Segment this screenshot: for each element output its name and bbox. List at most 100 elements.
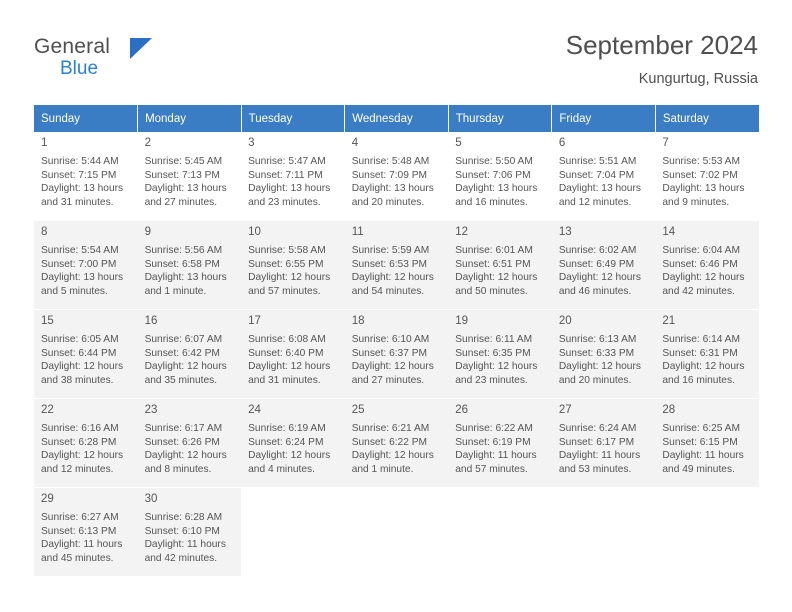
day-cell[interactable]: 12 Sunrise: 6:01 AM Sunset: 6:51 PM Dayl…: [448, 221, 552, 309]
sunset-text: Sunset: 6:35 PM: [455, 347, 531, 359]
day-info: Sunrise: 5:47 AM Sunset: 7:11 PM Dayligh…: [248, 155, 345, 209]
day-cell[interactable]: 2 Sunrise: 5:45 AM Sunset: 7:13 PM Dayli…: [137, 132, 242, 220]
sunset-text: Sunset: 7:09 PM: [351, 169, 428, 181]
day-cell[interactable]: 8 Sunrise: 5:54 AM Sunset: 7:00 PM Dayli…: [34, 221, 138, 309]
day-info: Sunrise: 5:56 AM Sunset: 6:58 PM Dayligh…: [145, 244, 242, 298]
sunset-text: Sunset: 6:24 PM: [248, 436, 324, 448]
daylight-text-line1: Daylight: 12 hours: [248, 272, 331, 283]
day-info: Sunrise: 5:58 AM Sunset: 6:55 PM Dayligh…: [248, 244, 345, 298]
day-cell[interactable]: 16 Sunrise: 6:07 AM Sunset: 6:42 PM Dayl…: [137, 310, 242, 398]
sunset-text: Sunset: 6:49 PM: [558, 258, 635, 270]
day-info: Sunrise: 5:59 AM Sunset: 6:53 PM Dayligh…: [352, 244, 449, 298]
day-number: 29: [41, 493, 54, 505]
daylight-text-line1: Daylight: 13 hours: [144, 183, 227, 194]
day-number: 11: [351, 226, 364, 238]
day-info: Sunrise: 5:54 AM Sunset: 7:00 PM Dayligh…: [41, 244, 138, 298]
daylight-text-line1: Daylight: 12 hours: [144, 450, 227, 461]
daylight-text-line1: Daylight: 12 hours: [41, 361, 124, 372]
daylight-text-line1: Daylight: 12 hours: [248, 450, 331, 461]
day-cell[interactable]: 5 Sunrise: 5:50 AM Sunset: 7:06 PM Dayli…: [448, 132, 552, 220]
daylight-text-line1: Daylight: 13 hours: [248, 183, 331, 194]
day-cell[interactable]: 6 Sunrise: 5:51 AM Sunset: 7:04 PM Dayli…: [551, 132, 656, 220]
daylight-text-line2: and 12 minutes.: [41, 463, 114, 475]
weekday-header-monday: Monday: [137, 105, 242, 132]
day-info: Sunrise: 6:16 AM Sunset: 6:28 PM Dayligh…: [41, 422, 138, 476]
day-cell[interactable]: 19 Sunrise: 6:11 AM Sunset: 6:35 PM Dayl…: [448, 310, 552, 398]
daylight-text-line1: Daylight: 13 hours: [662, 183, 745, 194]
sunrise-text: Sunrise: 6:28 AM: [144, 512, 223, 523]
sunset-text: Sunset: 6:58 PM: [144, 258, 220, 270]
daylight-text-line2: and 53 minutes.: [558, 463, 632, 475]
day-cell[interactable]: 30 Sunrise: 6:28 AM Sunset: 6:10 PM Dayl…: [137, 488, 242, 576]
daylight-text-line1: Daylight: 12 hours: [351, 361, 434, 372]
sunrise-text: Sunrise: 5:51 AM: [558, 156, 637, 167]
sunrise-text: Sunrise: 5:47 AM: [248, 156, 326, 167]
day-number: 10: [248, 226, 261, 238]
day-number: 23: [144, 404, 158, 416]
day-cell[interactable]: 22 Sunrise: 6:16 AM Sunset: 6:28 PM Dayl…: [34, 399, 138, 487]
day-cell[interactable]: 24 Sunrise: 6:19 AM Sunset: 6:24 PM Dayl…: [241, 399, 345, 487]
title-block: September 2024 Kungurtug, Russia: [566, 30, 758, 88]
day-number: 22: [41, 404, 54, 416]
day-cell[interactable]: 7 Sunrise: 5:53 AM Sunset: 7:02 PM Dayli…: [655, 132, 759, 220]
day-cell[interactable]: 1 Sunrise: 5:44 AM Sunset: 7:15 PM Dayli…: [34, 132, 138, 220]
day-cell[interactable]: 27 Sunrise: 6:24 AM Sunset: 6:17 PM Dayl…: [551, 399, 656, 487]
day-cell[interactable]: 29 Sunrise: 6:27 AM Sunset: 6:13 PM Dayl…: [34, 488, 138, 576]
daylight-text-line1: Daylight: 12 hours: [558, 272, 641, 283]
day-cell[interactable]: 20 Sunrise: 6:13 AM Sunset: 6:33 PM Dayl…: [551, 310, 656, 398]
day-cell[interactable]: 26 Sunrise: 6:22 AM Sunset: 6:19 PM Dayl…: [448, 399, 552, 487]
sunrise-text: Sunrise: 5:59 AM: [351, 245, 430, 256]
day-number: 1: [41, 137, 48, 149]
day-cell[interactable]: 28 Sunrise: 6:25 AM Sunset: 6:15 PM Dayl…: [655, 399, 759, 487]
sunrise-text: Sunrise: 5:54 AM: [41, 245, 119, 256]
day-info: Sunrise: 5:50 AM Sunset: 7:06 PM Dayligh…: [455, 155, 552, 209]
daylight-text-line2: and 31 minutes.: [248, 374, 321, 386]
day-number: 25: [351, 404, 365, 416]
day-info: Sunrise: 5:53 AM Sunset: 7:02 PM Dayligh…: [662, 155, 759, 209]
weekday-header-wednesday: Wednesday: [344, 105, 449, 132]
day-number: 9: [144, 226, 151, 238]
day-cell[interactable]: 17 Sunrise: 6:08 AM Sunset: 6:40 PM Dayl…: [241, 310, 345, 398]
day-cell[interactable]: 18 Sunrise: 6:10 AM Sunset: 6:37 PM Dayl…: [344, 310, 449, 398]
day-info: Sunrise: 5:45 AM Sunset: 7:13 PM Dayligh…: [145, 155, 242, 209]
day-number: 18: [351, 315, 365, 327]
day-cell[interactable]: 9 Sunrise: 5:56 AM Sunset: 6:58 PM Dayli…: [137, 221, 242, 309]
sunset-text: Sunset: 6:15 PM: [662, 436, 738, 448]
sunrise-text: Sunrise: 6:21 AM: [351, 423, 430, 434]
day-cell[interactable]: 10 Sunrise: 5:58 AM Sunset: 6:55 PM Dayl…: [241, 221, 345, 309]
sunset-text: Sunset: 7:00 PM: [41, 258, 117, 270]
day-cell[interactable]: 21 Sunrise: 6:14 AM Sunset: 6:31 PM Dayl…: [655, 310, 759, 398]
day-number: 5: [455, 137, 462, 149]
day-info: Sunrise: 6:17 AM Sunset: 6:26 PM Dayligh…: [145, 422, 242, 476]
daylight-text-line1: Daylight: 12 hours: [455, 361, 538, 372]
daylight-text-line2: and 12 minutes.: [558, 196, 632, 208]
day-cell[interactable]: 11 Sunrise: 5:59 AM Sunset: 6:53 PM Dayl…: [344, 221, 449, 309]
weekday-header-saturday: Saturday: [655, 105, 759, 132]
day-cell[interactable]: 3 Sunrise: 5:47 AM Sunset: 7:11 PM Dayli…: [241, 132, 345, 220]
sunset-text: Sunset: 6:42 PM: [144, 347, 220, 359]
sunset-text: Sunset: 6:51 PM: [455, 258, 531, 270]
day-cell[interactable]: 23 Sunrise: 6:17 AM Sunset: 6:26 PM Dayl…: [137, 399, 242, 487]
day-cell[interactable]: 15 Sunrise: 6:05 AM Sunset: 6:44 PM Dayl…: [34, 310, 138, 398]
day-cell[interactable]: 13 Sunrise: 6:02 AM Sunset: 6:49 PM Dayl…: [551, 221, 656, 309]
sunrise-text: Sunrise: 5:44 AM: [41, 156, 119, 167]
day-info: Sunrise: 6:13 AM Sunset: 6:33 PM Dayligh…: [559, 333, 656, 387]
calendar-table: Sunday Monday Tuesday Wednesday Thursday…: [34, 105, 759, 577]
sunrise-text: Sunrise: 6:27 AM: [41, 512, 119, 523]
daylight-text-line1: Daylight: 11 hours: [144, 539, 226, 550]
sunrise-text: Sunrise: 6:13 AM: [558, 334, 637, 345]
daylight-text-line2: and 42 minutes.: [144, 552, 218, 564]
day-number: 24: [248, 404, 261, 416]
daylight-text-line1: Daylight: 12 hours: [144, 361, 227, 372]
day-cell[interactable]: 14 Sunrise: 6:04 AM Sunset: 6:46 PM Dayl…: [655, 221, 759, 309]
generalblue-logo: General Blue: [34, 36, 234, 92]
day-cell[interactable]: 4 Sunrise: 5:48 AM Sunset: 7:09 PM Dayli…: [344, 132, 449, 220]
day-number: 2: [144, 137, 151, 149]
day-info: Sunrise: 6:19 AM Sunset: 6:24 PM Dayligh…: [248, 422, 345, 476]
day-cell-empty: [655, 488, 759, 576]
sunset-text: Sunset: 6:19 PM: [455, 436, 531, 448]
daylight-text-line2: and 46 minutes.: [558, 285, 632, 297]
day-cell[interactable]: 25 Sunrise: 6:21 AM Sunset: 6:22 PM Dayl…: [344, 399, 449, 487]
daylight-text-line1: Daylight: 13 hours: [351, 183, 434, 194]
sunset-text: Sunset: 6:44 PM: [41, 347, 117, 359]
